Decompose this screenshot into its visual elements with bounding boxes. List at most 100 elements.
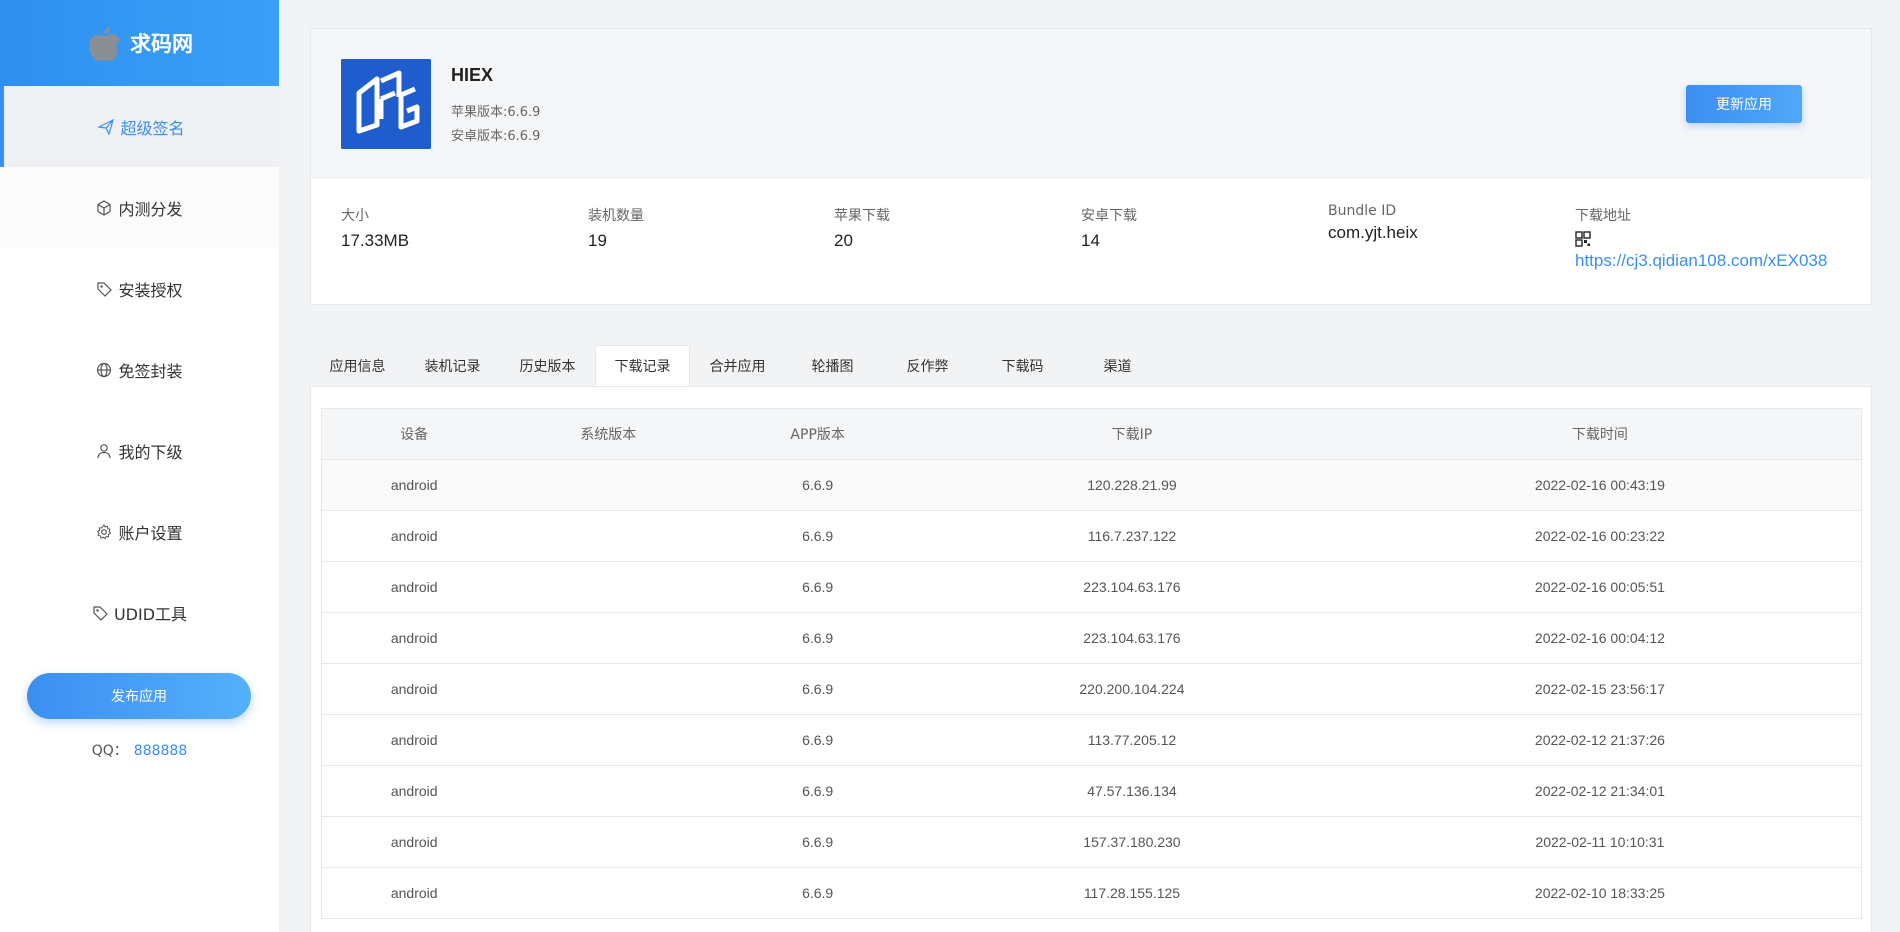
sidebar-item-beta-distribution[interactable]: 内测分发: [0, 167, 279, 248]
cell-app-version: 6.6.9: [710, 867, 926, 919]
cell-device: android: [321, 765, 507, 817]
app-name: HIEX: [451, 65, 494, 85]
stat-bundle-id: Bundle ID com.yjt.heix: [1328, 203, 1418, 243]
table-body: android 6.6.9 120.228.21.99 2022-02-16 00:4…: [321, 459, 1862, 919]
cell-download-ip: 220.200.104.224: [925, 663, 1339, 715]
cell-download-ip: 47.57.136.134: [925, 765, 1339, 817]
sidebar-item-install-auth[interactable]: 安装授权: [0, 248, 279, 329]
cell-download-time: 2022-02-16 00:23:22: [1338, 510, 1862, 562]
table-row: android 6.6.9 113.77.205.12 2022-02-12 21:3…: [321, 714, 1862, 766]
cell-os-version: [506, 714, 711, 766]
cell-device: android: [321, 714, 507, 766]
sidebar-item-free-sign-package[interactable]: 免签封装: [0, 329, 279, 410]
qq-label: QQ：: [91, 743, 128, 759]
tab-channels[interactable]: 渠道: [1070, 345, 1165, 387]
stat-value: 17.33MB: [341, 231, 410, 250]
cell-app-version: 6.6.9: [710, 561, 926, 613]
sidebar-item-label: 内测分发: [118, 199, 183, 219]
tag-icon: [93, 605, 108, 621]
stat-value: 19: [588, 231, 607, 250]
cell-download-ip: 113.77.205.12: [925, 714, 1339, 766]
update-app-button[interactable]: 更新应用: [1686, 85, 1802, 123]
table-row: android 6.6.9 223.104.63.176 2022-02-16 00:…: [321, 561, 1862, 613]
stat-value: 14: [1081, 231, 1100, 250]
cell-download-ip: 157.37.180.230: [925, 816, 1339, 868]
cell-os-version: [506, 663, 711, 715]
app-tabs: 应用信息 装机记录 历史版本 下载记录 合并应用 轮播图 反作弊 下载码 渠道: [310, 345, 1165, 387]
stat-android-downloads: 安卓下载 14: [1081, 205, 1137, 251]
qq-number-link[interactable]: 888888: [134, 743, 187, 759]
cell-os-version: [506, 459, 711, 511]
stat-label: 安卓下载: [1081, 208, 1137, 224]
sidebar-item-account-settings[interactable]: 账户设置: [0, 491, 279, 572]
tab-app-info[interactable]: 应用信息: [310, 345, 405, 387]
publish-app-button[interactable]: 发布应用: [27, 673, 251, 719]
column-header-app-version: APP版本: [710, 408, 926, 460]
cell-download-ip: 120.228.21.99: [925, 459, 1339, 511]
tab-carousel[interactable]: 轮播图: [785, 345, 880, 387]
download-url-link[interactable]: https://cj3.qidian108.com/xEX038: [1575, 251, 1827, 271]
cell-os-version: [506, 867, 711, 919]
column-header-os-version: 系统版本: [506, 408, 711, 460]
stat-ios-downloads: 苹果下载 20: [834, 205, 890, 251]
table-row: android 6.6.9 220.200.104.224 2022-02-15 23…: [321, 663, 1862, 715]
column-header-download-ip: 下载IP: [925, 408, 1339, 460]
table-row: android 6.6.9 116.7.237.122 2022-02-16 00:2…: [321, 510, 1862, 562]
cell-download-time: 2022-02-12 21:34:01: [1338, 765, 1862, 817]
table-row: android 6.6.9 223.104.63.176 2022-02-16 00:…: [321, 612, 1862, 664]
cell-download-time: 2022-02-16 00:43:19: [1338, 459, 1862, 511]
stat-label: 大小: [341, 208, 369, 224]
user-icon: [97, 443, 112, 458]
table-row: android 6.6.9 157.37.180.230 2022-02-11 10:…: [321, 816, 1862, 868]
tab-anti-cheat[interactable]: 反作弊: [880, 345, 975, 387]
stat-label: Bundle ID: [1328, 203, 1397, 219]
cell-os-version: [506, 612, 711, 664]
qq-contact: QQ： 888888: [0, 740, 279, 760]
cell-download-ip: 223.104.63.176: [925, 561, 1339, 613]
sidebar: 求码网 超级签名 内测分发 安装授权 免签封装 我的下级 账户设置 UDID工具…: [0, 0, 279, 932]
tab-download-records[interactable]: 下载记录: [595, 345, 690, 387]
stat-value: 20: [834, 231, 853, 250]
stat-download-url: 下载地址 https://cj3.qidian108.com/xEX038: [1575, 205, 1827, 271]
sidebar-item-my-subordinates[interactable]: 我的下级: [0, 410, 279, 491]
table-row: android 6.6.9 47.57.136.134 2022-02-12 21:3…: [321, 765, 1862, 817]
android-version: 安卓版本:6.6.9: [451, 129, 541, 144]
tab-install-records[interactable]: 装机记录: [405, 345, 500, 387]
cell-download-time: 2022-02-12 21:37:26: [1338, 714, 1862, 766]
cell-device: android: [321, 510, 507, 562]
tab-download-codes[interactable]: 下载码: [975, 345, 1070, 387]
cell-os-version: [506, 816, 711, 868]
cell-download-ip: 223.104.63.176: [925, 612, 1339, 664]
stat-label: 苹果下载: [834, 208, 890, 224]
app-summary-card: HIEX 苹果版本:6.6.9 安卓版本:6.6.9 更新应用 大小 17.33…: [310, 28, 1872, 305]
cell-download-time: 2022-02-11 10:10:31: [1338, 816, 1862, 868]
sidebar-item-udid-tool[interactable]: UDID工具: [0, 572, 279, 653]
cell-app-version: 6.6.9: [710, 816, 926, 868]
cell-device: android: [321, 459, 507, 511]
cell-os-version: [506, 765, 711, 817]
ios-version: 苹果版本:6.6.9: [451, 105, 541, 120]
sidebar-item-label: 账户设置: [118, 523, 183, 543]
tab-merge-apps[interactable]: 合并应用: [690, 345, 785, 387]
stat-value: com.yjt.heix: [1328, 223, 1418, 242]
tab-version-history[interactable]: 历史版本: [500, 345, 595, 387]
cell-device: android: [321, 561, 507, 613]
table-row: android 6.6.9 117.28.155.125 2022-02-10 18:…: [321, 867, 1862, 919]
qr-code-icon[interactable]: [1575, 231, 1591, 247]
app-header: HIEX 苹果版本:6.6.9 安卓版本:6.6.9 更新应用: [311, 29, 1871, 179]
tag-icon: [97, 281, 113, 297]
cell-app-version: 6.6.9: [710, 714, 926, 766]
send-icon: [98, 118, 115, 135]
sidebar-item-label: 免签封装: [118, 361, 183, 381]
cell-os-version: [506, 510, 711, 562]
cell-device: android: [321, 867, 507, 919]
stat-label: 下载地址: [1575, 208, 1631, 224]
cell-download-time: 2022-02-16 00:04:12: [1338, 612, 1862, 664]
cell-os-version: [506, 561, 711, 613]
sidebar-item-super-sign[interactable]: 超级签名: [0, 86, 279, 167]
stat-installs: 装机数量 19: [588, 205, 644, 251]
brand-name: 求码网: [130, 32, 193, 56]
cube-icon: [97, 199, 112, 216]
column-header-device: 设备: [321, 408, 507, 460]
sidebar-menu: 超级签名 内测分发 安装授权 免签封装 我的下级 账户设置 UDID工具: [0, 86, 279, 653]
